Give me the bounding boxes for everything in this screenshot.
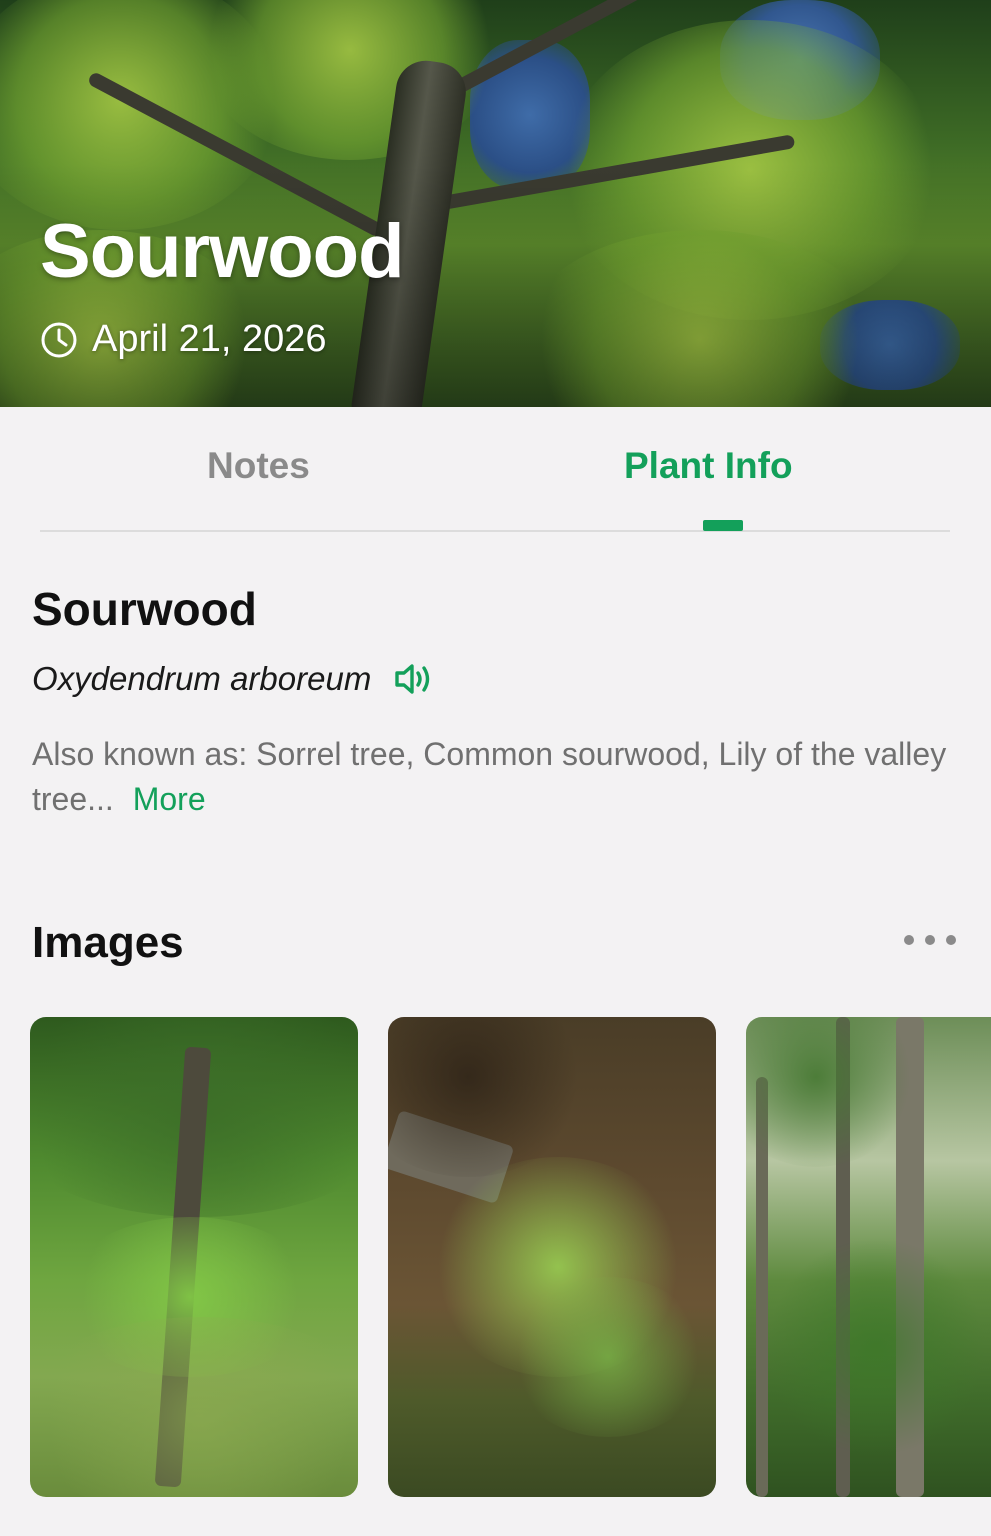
tab-notes[interactable]: Notes: [207, 440, 310, 492]
plant-common-name: Sourwood: [32, 583, 257, 635]
more-options-icon[interactable]: [900, 930, 960, 950]
entry-date: April 21, 2026: [92, 318, 327, 360]
tab-plant-info[interactable]: Plant Info: [624, 440, 793, 492]
plant-scientific-name: Oxydendrum arboreum: [32, 660, 372, 697]
date-row: April 21, 2026: [40, 318, 327, 361]
plant-image-thumbnail[interactable]: [30, 1017, 358, 1497]
tab-bar: Notes Plant Info: [40, 420, 950, 532]
page-title: Sourwood: [40, 209, 405, 294]
more-link[interactable]: More: [133, 781, 206, 817]
speaker-icon[interactable]: [393, 662, 433, 696]
plant-image-thumbnail[interactable]: [746, 1017, 991, 1497]
plant-image-thumbnail[interactable]: [388, 1017, 716, 1497]
scientific-name-row: Oxydendrum arboreum: [32, 660, 433, 698]
also-known-as: Also known as: Sorrel tree, Common sourw…: [32, 732, 962, 822]
active-tab-indicator: [703, 520, 743, 531]
images-section-title: Images: [32, 918, 184, 967]
clock-icon: [41, 322, 77, 357]
